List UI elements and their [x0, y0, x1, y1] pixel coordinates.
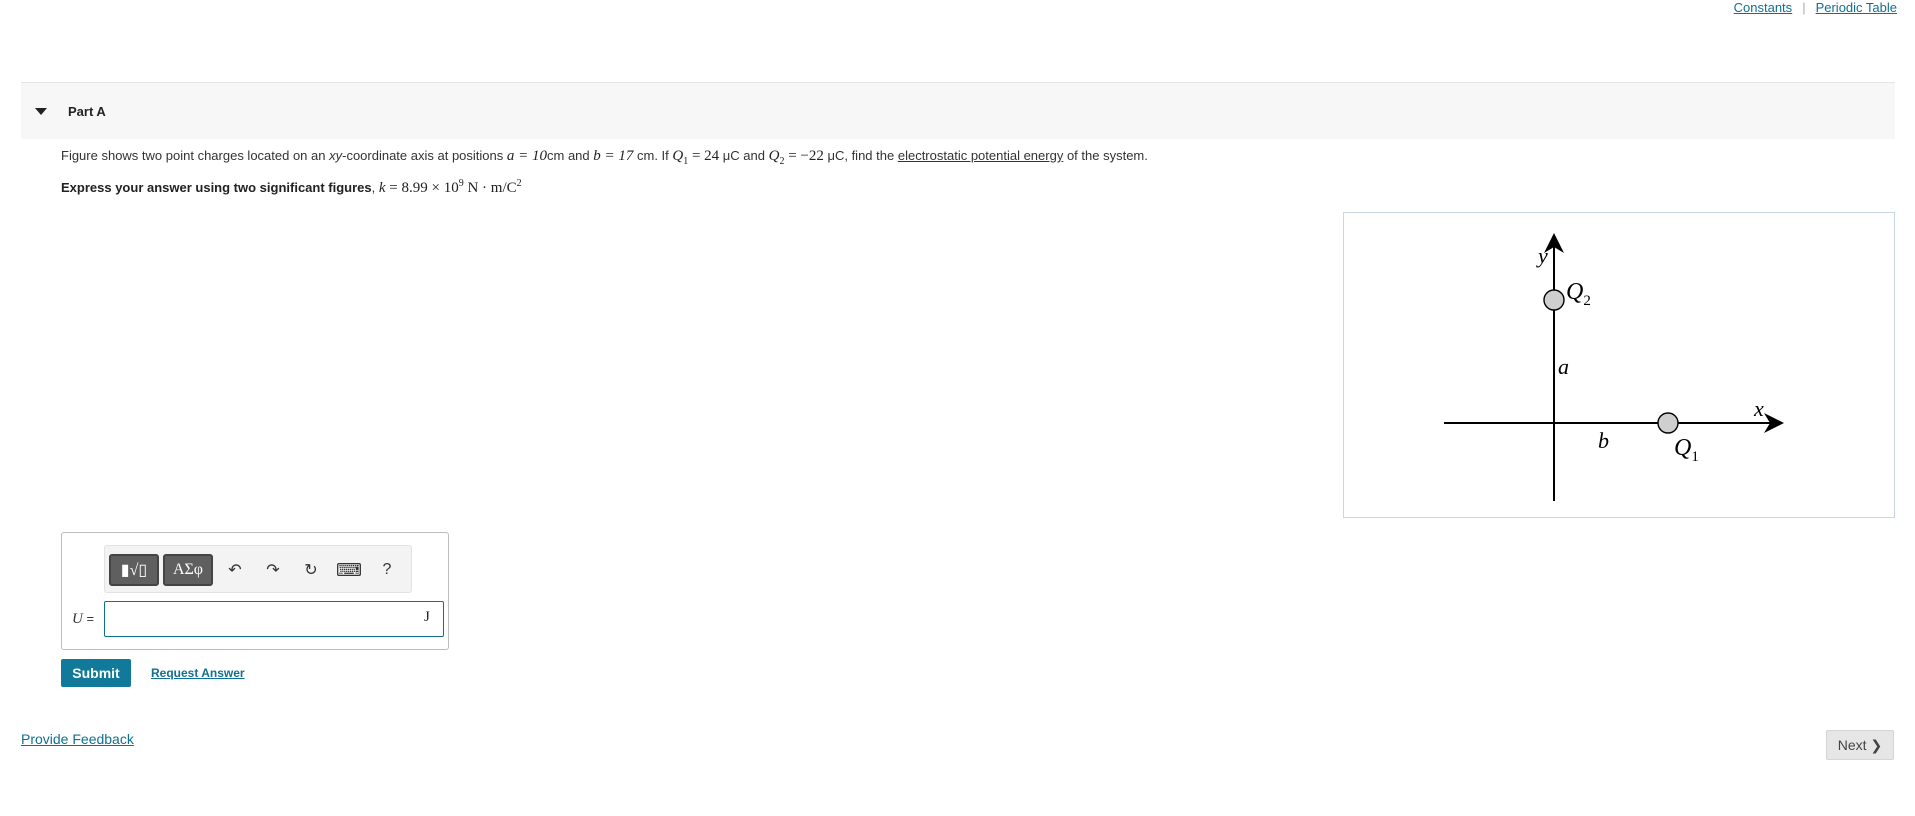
top-links-separator: |: [1802, 0, 1806, 15]
q1-label: Q1: [1674, 435, 1699, 465]
y-axis-label: y: [1536, 243, 1548, 268]
axis-diagram: y x Q2 Q1 a b: [1444, 233, 1784, 501]
q2-value: Q2 = −22: [768, 148, 824, 167]
math-toolbar: ▮√▯ ΑΣφ ↶ ↷ ↻ ⌨ ?: [104, 545, 412, 593]
potential-energy-link[interactable]: electrostatic potential energy: [898, 148, 1063, 163]
answer-panel: ▮√▯ ΑΣφ ↶ ↷ ↻ ⌨ ? U = J: [61, 532, 449, 650]
part-title: Part A: [68, 103, 106, 119]
question-text-segment: -coordinate axis at positions: [342, 148, 507, 163]
answer-variable-label: U =: [72, 611, 95, 627]
submit-button[interactable]: Submit: [61, 659, 131, 687]
periodic-table-link[interactable]: Periodic Table: [1816, 0, 1897, 15]
answer-unit: J: [424, 609, 430, 625]
b-distance-label: b: [1598, 428, 1609, 453]
charge-figure: y x Q2 Q1 a b: [1343, 212, 1895, 518]
constants-link[interactable]: Constants: [1734, 0, 1793, 15]
b-value: b = 17: [593, 148, 634, 164]
keyboard-icon[interactable]: ⌨: [336, 558, 362, 582]
charge-q2: [1543, 289, 1565, 311]
next-button[interactable]: Next ❯: [1826, 730, 1894, 760]
top-links: Constants | Periodic Table: [1734, 0, 1897, 15]
chevron-right-icon: ❯: [1870, 736, 1883, 753]
question-text-segment: μC and: [719, 148, 769, 163]
question-text-segment: of the system.: [1063, 148, 1148, 163]
question-text-segment: cm and: [547, 148, 594, 163]
collapse-caret-icon[interactable]: [35, 107, 47, 115]
question-text-segment: μC, find the: [823, 148, 898, 163]
x-axis-label: x: [1753, 396, 1764, 421]
k-constant: k = 8.99 × 109 N · m/C2: [378, 178, 522, 196]
question-text-segment: xy: [329, 148, 343, 163]
question-text-segment: Figure shows two point charges located o…: [61, 148, 330, 163]
part-a-header[interactable]: Part A: [21, 82, 1895, 139]
provide-feedback-link[interactable]: Provide Feedback: [21, 731, 134, 747]
a-value: a = 10: [506, 148, 547, 164]
undo-icon[interactable]: ↶: [223, 558, 247, 582]
q1-value: Q1 = 24: [672, 148, 720, 167]
help-icon[interactable]: ?: [375, 558, 399, 582]
reset-icon[interactable]: ↻: [299, 558, 323, 582]
a-distance-label: a: [1558, 354, 1569, 379]
redo-icon[interactable]: ↷: [261, 558, 285, 582]
question-text-segment: cm. If: [633, 148, 673, 163]
templates-button[interactable]: ▮√▯: [109, 554, 159, 586]
answer-input[interactable]: [104, 601, 444, 637]
symbols-button[interactable]: ΑΣφ: [163, 554, 213, 586]
next-label: Next: [1837, 737, 1867, 753]
charge-q1: [1657, 412, 1679, 434]
q2-label: Q2: [1566, 279, 1591, 309]
question-text: Figure shows two point charges located o…: [61, 148, 1148, 167]
request-answer-link[interactable]: Request Answer: [151, 666, 245, 680]
answer-instruction: Express your answer using two significan…: [61, 178, 522, 196]
